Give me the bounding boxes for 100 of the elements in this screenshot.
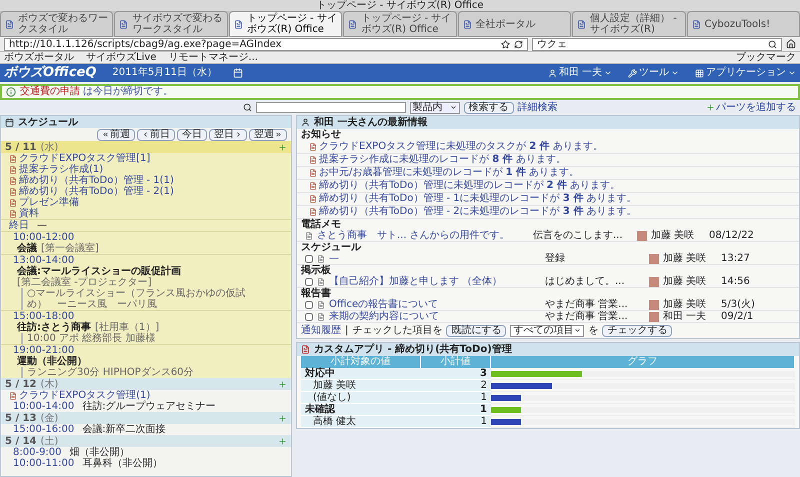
- header-menu-button[interactable]: ツール: [628, 67, 679, 79]
- expense-link[interactable]: 交通費の申請: [20, 86, 80, 97]
- item-date: 09/2/1: [721, 311, 754, 322]
- day-date[interactable]: 5 / 14: [5, 436, 36, 446]
- app-logo[interactable]: ボウズOfficeQ: [4, 65, 96, 81]
- mark-read-button[interactable]: 既読にする: [446, 324, 506, 336]
- schedule-nav-button[interactable]: 前週: [97, 128, 135, 140]
- scope-select[interactable]: 製品内: [410, 102, 460, 114]
- row-checkbox[interactable]: [305, 254, 313, 262]
- page-icon: [462, 20, 472, 28]
- day-date[interactable]: 5 / 11: [5, 142, 36, 152]
- task-link[interactable]: プレゼン準備: [19, 197, 79, 208]
- caret-icon: [574, 327, 582, 334]
- caret-icon: [671, 69, 679, 77]
- table-cell: 1: [421, 404, 491, 416]
- event-place: [第一会議室]: [41, 243, 99, 254]
- all-day-event[interactable]: —: [37, 220, 47, 231]
- event-title[interactable]: 耳鼻科（非公開）: [82, 458, 162, 469]
- notice-icon: [309, 195, 317, 203]
- app-icon: [301, 345, 310, 354]
- check-button[interactable]: チェックする: [602, 324, 672, 336]
- row-checkbox[interactable]: [305, 312, 313, 320]
- day-date[interactable]: 5 / 12: [5, 378, 36, 390]
- bookmark-link[interactable]: サイボウズLive: [86, 52, 156, 63]
- row-checkbox[interactable]: [305, 278, 313, 286]
- event-time: 13:00-14:00: [13, 255, 76, 266]
- home-icon[interactable]: [786, 39, 796, 49]
- bookmark-link[interactable]: リモートマネージ...: [168, 52, 258, 63]
- event-title[interactable]: 会議:新卒二次面接: [82, 424, 166, 435]
- event-time: 15:00-16:00: [13, 424, 74, 435]
- header-menu-button[interactable]: 和田 一夫: [548, 67, 612, 79]
- bookmark-link[interactable]: ボウズポータル: [4, 52, 74, 63]
- item-link[interactable]: Officeの報告書について: [329, 299, 541, 310]
- schedule-nav-button[interactable]: 翌週: [249, 128, 287, 140]
- event-time: 10:00-12:00: [13, 232, 74, 243]
- item-link[interactable]: —: [329, 253, 541, 264]
- bookmarks-menu[interactable]: ブックマーク: [736, 52, 796, 63]
- task-link[interactable]: クラウドEXPOタスク管理(1): [19, 390, 150, 401]
- item-summary: はじめまして。...: [545, 276, 626, 287]
- task-link[interactable]: 資料: [19, 208, 39, 219]
- advanced-search-link[interactable]: 詳細検索: [518, 102, 558, 113]
- add-parts-link[interactable]: パーツを追加する: [706, 102, 796, 113]
- user-icon: [548, 68, 557, 78]
- task-icon: [9, 176, 17, 184]
- browser-tab[interactable]: トップページ - サイボウズ(R) Office: [343, 11, 457, 37]
- checked-items-label: チェックした項目を: [352, 325, 442, 336]
- task-icon: [9, 166, 17, 174]
- search-icon[interactable]: [768, 40, 777, 48]
- event-note: ○マールライスショー（フランス風おかゆの仮試め） ーニース風 ーパリ風: [21, 288, 265, 310]
- browser-tab[interactable]: 個人設定（詳細） - サイボウズ(R): [572, 11, 686, 37]
- avatar-placeholder: [649, 276, 659, 286]
- task-link[interactable]: クラウドEXPOタスク管理[1]: [19, 153, 150, 164]
- browser-tab[interactable]: ボウズで変わるワークスタイル: [0, 11, 114, 37]
- item-link[interactable]: 来期の契約内容について: [329, 311, 541, 322]
- day-date[interactable]: 5 / 13: [5, 412, 36, 424]
- event-title[interactable]: 往訪:さとう商事: [17, 322, 91, 333]
- browser-search-field[interactable]: ウクェ: [532, 38, 782, 50]
- notice-link[interactable]: お中元/お歳暮管理に未処理のレコードが 1 件 あります。: [319, 167, 580, 179]
- notice-link[interactable]: クラウドEXPOタスク管理に未処理のタスクが 2 件 あります。: [319, 141, 603, 153]
- event-title[interactable]: 運動（非公開）: [17, 356, 87, 367]
- day-weekday: (水): [40, 142, 58, 152]
- schedule-nav-button[interactable]: 翌日: [209, 128, 247, 140]
- history-link[interactable]: 通知履歴: [301, 325, 341, 336]
- header-menu-button[interactable]: アプリケーション: [695, 67, 796, 79]
- search-button[interactable]: 検索する: [464, 102, 514, 114]
- calendar-icon[interactable]: [232, 68, 243, 78]
- item-link[interactable]: 【自己紹介】加藤と申します （全体）: [329, 276, 541, 287]
- browser-tab[interactable]: CybozuTools!: [686, 11, 800, 37]
- task-link[interactable]: 提案チラシ作成(1): [19, 164, 104, 175]
- row-checkbox[interactable]: [305, 300, 313, 308]
- schedule-nav-button[interactable]: 今日: [177, 128, 207, 140]
- notice-link[interactable]: 締め切り（共有ToDo）管理 - 2に未処理のレコードが 3 件 あります。: [319, 206, 636, 218]
- task-link[interactable]: 締め切り（共有ToDo）管理 - 2(1): [19, 186, 174, 197]
- items-select[interactable]: すべての項目: [510, 324, 584, 336]
- address-text: http://10.1.1.126/scripts/cbag9/ag.exe?page=AGIndex: [9, 38, 282, 50]
- event-title[interactable]: 往訪:グループウェアセミナー: [82, 401, 216, 412]
- search-field[interactable]: [256, 102, 406, 113]
- event-title[interactable]: 会議: [17, 243, 37, 254]
- notice-link[interactable]: 締め切り（共有ToDo）管理に未処理のレコードが 2 件 あります。: [319, 180, 620, 192]
- address-field[interactable]: http://10.1.1.126/scripts/cbag9/ag.exe?page=AGIndex: [4, 38, 528, 50]
- search-text: ウクェ: [537, 38, 568, 50]
- item-icon: [317, 312, 325, 320]
- avatar-placeholder: [649, 254, 659, 264]
- event-time: 8:00-9:00: [13, 447, 62, 458]
- page-icon: [234, 20, 243, 28]
- browser-tab[interactable]: サイボウズで変わるワークスタイル: [114, 11, 228, 37]
- notice-link[interactable]: 提案チラシ作成に未処理のレコードが 8 件 あります。: [319, 154, 566, 166]
- task-link[interactable]: 締め切り（共有ToDo）管理 - 1(1): [19, 175, 174, 186]
- reload-icon[interactable]: [514, 40, 523, 48]
- browser-tab[interactable]: 全社ポータル: [458, 11, 572, 37]
- notice-icon: [309, 156, 317, 164]
- schedule-nav-button[interactable]: 前日: [137, 128, 175, 140]
- event-title[interactable]: 会議:マールライスショーの販促計画: [17, 266, 181, 277]
- star-icon[interactable]: [501, 40, 510, 48]
- item-link[interactable]: さとう商事 サト... さんからの用件です。: [317, 230, 529, 241]
- event-title[interactable]: 畑（非公開）: [70, 447, 130, 458]
- notice-link[interactable]: 締め切り（共有ToDo）管理 - 1に未処理のレコードが 3 件 あります。: [319, 193, 636, 205]
- tab-title: 個人設定（詳細） - サイボウズ(R): [590, 13, 678, 35]
- item-date: 5/3(火): [721, 299, 755, 310]
- browser-tab[interactable]: トップページ - サイボウズ(R) Office: [228, 11, 342, 37]
